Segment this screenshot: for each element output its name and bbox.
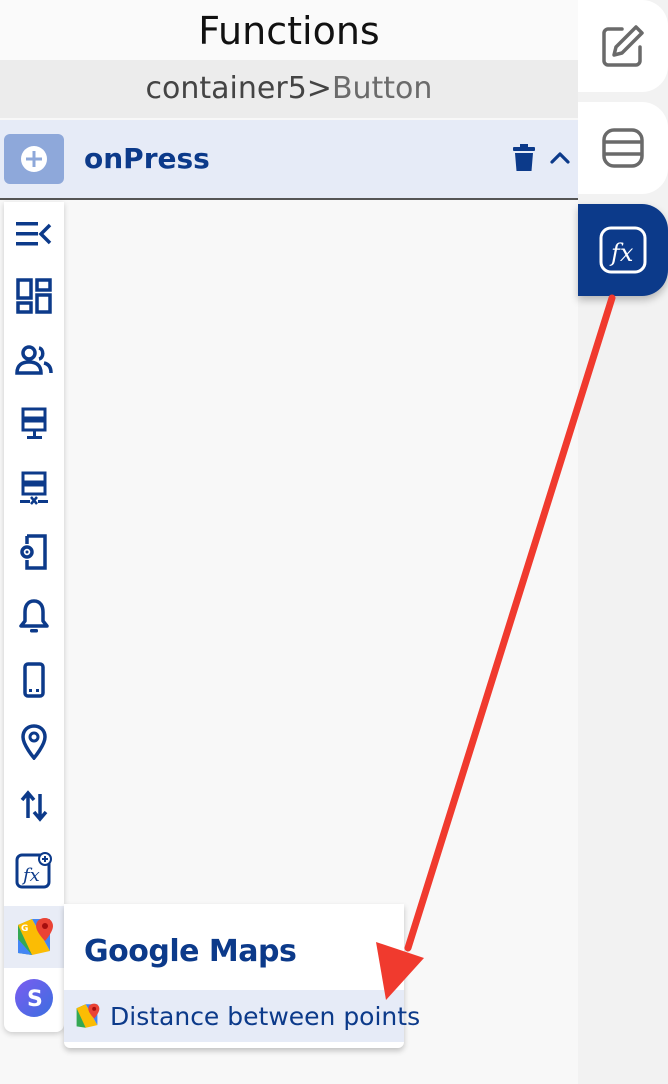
custom-function-icon: fx	[15, 852, 52, 889]
svg-text:fx: fx	[609, 239, 634, 267]
toolbar-item-layout[interactable]	[4, 268, 64, 324]
bell-icon	[19, 599, 49, 633]
rail-tab-database[interactable]	[578, 102, 668, 194]
toolbar-item-custom-function[interactable]: fx	[4, 842, 64, 898]
svg-text:fx: fx	[21, 865, 40, 886]
toolbar-item-s-plugin[interactable]: S	[4, 970, 64, 1026]
toolbar-item-location[interactable]	[4, 714, 64, 770]
users-icon	[15, 345, 53, 375]
mobile-device-icon	[23, 662, 45, 698]
edit-icon	[602, 25, 644, 67]
toolbar-item-google-maps[interactable]: G	[4, 906, 64, 968]
action-distance-between-points[interactable]: Distance between points	[64, 990, 420, 1042]
breadcrumb: container5>Button	[0, 60, 578, 118]
google-maps-icon	[74, 1002, 100, 1030]
menu-collapse-icon	[16, 222, 52, 246]
trash-icon	[513, 144, 535, 171]
server-remove-icon	[20, 471, 48, 505]
event-row-onpress[interactable]: onPress	[0, 120, 578, 200]
transfer-arrows-icon	[20, 790, 48, 822]
action-category-toolbar: fx G S	[4, 202, 64, 1032]
toolbar-item-api[interactable]	[4, 778, 64, 834]
device-settings-icon	[20, 534, 47, 570]
toolbar-item-database-remove[interactable]	[4, 460, 64, 516]
toolbar-item-menu[interactable]	[4, 206, 64, 262]
main-panel: Functions container5>Button onPress fx G…	[0, 0, 578, 1084]
server-add-icon	[21, 407, 47, 439]
event-label: onPress	[84, 142, 210, 175]
s-logo-icon: S	[15, 979, 53, 1017]
plus-circle-icon	[21, 146, 47, 172]
action-label: Distance between points	[110, 1001, 421, 1031]
collapse-event-button[interactable]	[546, 142, 574, 172]
popup-title: Google Maps	[84, 934, 297, 969]
dashboard-grid-icon	[16, 278, 52, 314]
category-popup: Google Maps Distance between points	[64, 904, 420, 1048]
functions-panel: Functions container5>Button onPress fx G…	[0, 0, 668, 1084]
toolbar-item-device-settings[interactable]	[4, 524, 64, 580]
toolbar-item-database-add[interactable]	[4, 396, 64, 452]
svg-text:G: G	[21, 924, 28, 934]
chevron-up-icon	[550, 152, 570, 164]
toolbar-item-notifications[interactable]	[4, 588, 64, 644]
toolbar-item-users[interactable]	[4, 332, 64, 388]
rail-tab-functions[interactable]: fx	[578, 204, 668, 296]
google-maps-icon: G	[18, 918, 53, 955]
breadcrumb-parent[interactable]: container5	[146, 71, 307, 106]
location-pin-icon	[21, 724, 47, 760]
toolbar-item-mobile[interactable]	[4, 652, 64, 708]
breadcrumb-current: Button	[331, 71, 433, 106]
delete-event-button[interactable]	[510, 140, 538, 176]
add-action-button[interactable]	[4, 134, 64, 184]
database-icon	[602, 128, 644, 168]
rail-tab-edit[interactable]	[578, 0, 668, 92]
page-title: Functions	[0, 0, 578, 60]
svg-text:S: S	[27, 987, 43, 1012]
breadcrumb-separator: >	[306, 71, 332, 106]
function-fx-icon: fx	[599, 226, 647, 274]
